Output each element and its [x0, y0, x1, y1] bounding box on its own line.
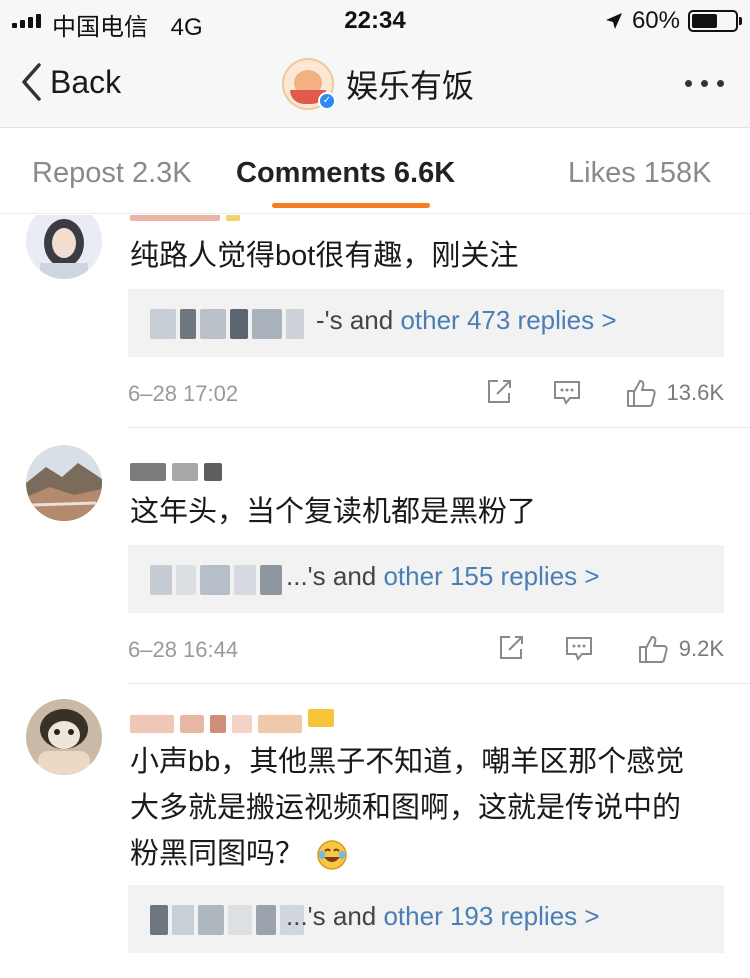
- comment-icon[interactable]: [552, 377, 582, 412]
- reply-summary: ...'s and other 155 replies >: [286, 561, 600, 592]
- tab-indicator: [272, 203, 430, 208]
- more-dots-icon: [685, 80, 692, 87]
- like-button[interactable]: 9.2K: [637, 633, 724, 665]
- reply-preview[interactable]: ...'s and other 193 replies >: [128, 885, 724, 953]
- more-dot: [717, 80, 724, 87]
- nav-bar: Back ✓ 娱乐有饭: [0, 40, 750, 128]
- comment-time: 6–28 16:44: [128, 637, 239, 662]
- comment-time: 6–28 17:02: [128, 381, 239, 406]
- more-replies-link[interactable]: other 473 replies >: [400, 305, 616, 335]
- avatar[interactable]: [26, 445, 102, 521]
- verified-badge-icon: ✓: [318, 92, 336, 110]
- divider: [128, 427, 750, 428]
- page-title: 娱乐有饭: [346, 68, 475, 104]
- reply-author-masked: [150, 307, 304, 341]
- reply-owner-suffix: ...'s and: [286, 561, 384, 591]
- reply-author-masked: [150, 903, 304, 937]
- account-header[interactable]: ✓ 娱乐有饭: [282, 58, 474, 110]
- share-icon[interactable]: [496, 633, 526, 668]
- tab-comments[interactable]: Comments 6.6K: [236, 157, 455, 190]
- battery-icon: [688, 10, 742, 32]
- account-avatar[interactable]: ✓: [282, 58, 336, 110]
- avatar-illustration: [26, 215, 102, 279]
- comment-text-line: 粉黑同图吗？: [130, 831, 720, 877]
- laughing-tears-emoji-icon: [317, 840, 347, 871]
- comment-meta: 6–28 16:44 9.2K: [128, 629, 724, 669]
- location-arrow-icon: [605, 13, 622, 29]
- comment-meta: 6–28 17:02 13.6K: [128, 373, 724, 413]
- like-count: 13.6K: [666, 380, 725, 405]
- back-label: Back: [50, 63, 122, 100]
- thumbs-up-icon: [638, 636, 668, 663]
- like-count: 9.2K: [678, 636, 724, 661]
- more-replies-link[interactable]: other 193 replies >: [383, 901, 599, 931]
- comment-text-line: 小声bb，其他黑子不知道，嘲羊区那个感觉: [130, 746, 685, 778]
- reply-preview[interactable]: -'s and other 473 replies >: [128, 289, 724, 357]
- divider: [128, 683, 750, 684]
- comment-text-line: 大多就是搬运视频和图啊，这就是传说中的: [130, 792, 682, 824]
- battery-percent: 60%: [631, 7, 680, 34]
- comment-text: 纯路人觉得bot很有趣，刚关注: [130, 240, 519, 272]
- comment-list: 纯路人觉得bot很有趣，刚关注 -'s and other 473 replie…: [0, 215, 750, 978]
- share-icon[interactable]: [484, 377, 514, 412]
- reply-owner-suffix: -'s and: [316, 305, 401, 335]
- comment-icon[interactable]: [564, 633, 594, 668]
- reply-owner-suffix: ...'s and: [286, 901, 384, 931]
- avatar[interactable]: [26, 215, 102, 279]
- comment-text-tail: 粉黑同图吗？: [130, 838, 305, 870]
- thumbs-up-icon: [626, 380, 656, 407]
- status-bar: 中国电信 4G 22:34 60%: [0, 0, 750, 41]
- username-masked: [130, 463, 222, 483]
- comment-text: 小声bb，其他黑子不知道，嘲羊区那个感觉 大多就是搬运视频和图啊，这就是传说中的…: [130, 739, 720, 877]
- reply-summary: ...'s and other 193 replies >: [286, 901, 600, 932]
- reply-summary: -'s and other 473 replies >: [316, 305, 617, 336]
- username-masked: [130, 215, 240, 223]
- status-right: 60%: [604, 7, 742, 35]
- like-button[interactable]: 13.6K: [625, 377, 725, 409]
- battery-fill: [692, 14, 718, 28]
- reply-preview[interactable]: ...'s and other 155 replies >: [128, 545, 724, 613]
- avatar[interactable]: [26, 699, 102, 775]
- more-replies-link[interactable]: other 155 replies >: [383, 561, 599, 591]
- badge-emoji-icon: [308, 709, 334, 727]
- more-dot: [701, 80, 708, 87]
- tab-repost[interactable]: Repost 2.3K: [32, 157, 192, 190]
- more-options-button[interactable]: [685, 80, 724, 87]
- reply-author-masked: [150, 563, 282, 597]
- tab-likes[interactable]: Likes 158K: [568, 157, 712, 190]
- back-button[interactable]: Back: [20, 62, 121, 102]
- tab-bar: Repost 2.3K Comments 6.6K Likes 158K: [0, 129, 750, 214]
- avatar-illustration: [26, 445, 102, 521]
- chevron-left-icon: [22, 63, 41, 101]
- username-masked: [130, 709, 334, 735]
- comment-text: 这年头，当个复读机都是黑粉了: [130, 496, 537, 528]
- avatar-illustration: [26, 699, 102, 775]
